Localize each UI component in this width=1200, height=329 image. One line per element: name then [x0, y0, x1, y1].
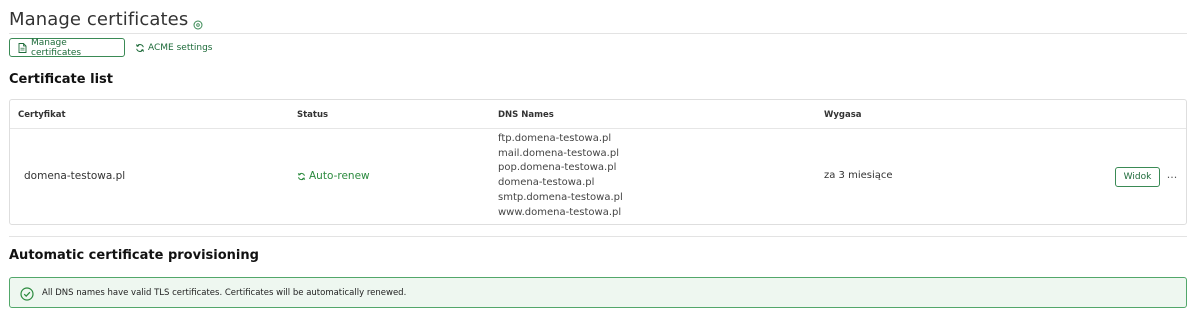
dns-name: ftp.domena-testowa.pl — [498, 133, 612, 144]
dns-name: domena-testowa.pl — [498, 177, 595, 189]
alert-message: All DNS names have valid TLS certificate… — [42, 287, 407, 298]
header-divider — [9, 33, 1187, 34]
help-circle-icon[interactable] — [193, 15, 203, 29]
column-header-expires[interactable]: Wygasa — [824, 110, 862, 120]
success-alert: All DNS names have valid TLS certificate… — [9, 277, 1187, 308]
status-badge: Auto-renew — [297, 170, 370, 182]
page-title: Manage certificates — [9, 9, 189, 30]
certificate-name[interactable]: domena-testowa.pl — [24, 170, 125, 182]
tab-bar: Manage certificates ACME settings — [9, 37, 219, 58]
tab-manage-certificates[interactable]: Manage certificates — [9, 37, 125, 58]
view-button[interactable]: Widok — [1115, 167, 1160, 187]
column-header-certificate[interactable]: Certyfikat — [18, 110, 66, 120]
certificate-list-title: Certificate list — [9, 72, 113, 87]
check-circle-icon — [20, 286, 34, 301]
tab-acme-settings[interactable]: ACME settings — [129, 38, 219, 57]
provisioning-title: Automatic certificate provisioning — [9, 248, 259, 263]
document-icon — [18, 42, 27, 53]
tab-label: ACME settings — [148, 42, 213, 53]
column-header-status[interactable]: Status — [297, 110, 328, 120]
dns-name: smtp.domena-testowa.pl — [498, 191, 623, 203]
dns-name: mail.domena-testowa.pl — [498, 147, 619, 159]
dns-name: pop.domena-testowa.pl — [498, 162, 617, 174]
dns-names-list: ftp.domena-testowa.pl mail.domena-testow… — [498, 132, 623, 220]
dns-name: www.domena-testowa.pl — [498, 206, 622, 218]
section-divider — [9, 236, 1187, 237]
expiry-date: za 3 miesiące — [824, 170, 893, 181]
more-options-icon[interactable]: ··· — [1165, 167, 1179, 187]
refresh-icon — [135, 43, 145, 53]
page-header: Manage certificates — [9, 9, 203, 30]
status-label: Auto-renew — [309, 170, 370, 182]
table-header: Certyfikat Status DNS Names Wygasa — [10, 100, 1186, 129]
certificate-table: Certyfikat Status DNS Names Wygasa domen… — [9, 99, 1187, 225]
refresh-icon — [297, 172, 306, 181]
tab-label: Manage certificates — [31, 37, 82, 58]
column-header-dns-names[interactable]: DNS Names — [498, 110, 554, 120]
